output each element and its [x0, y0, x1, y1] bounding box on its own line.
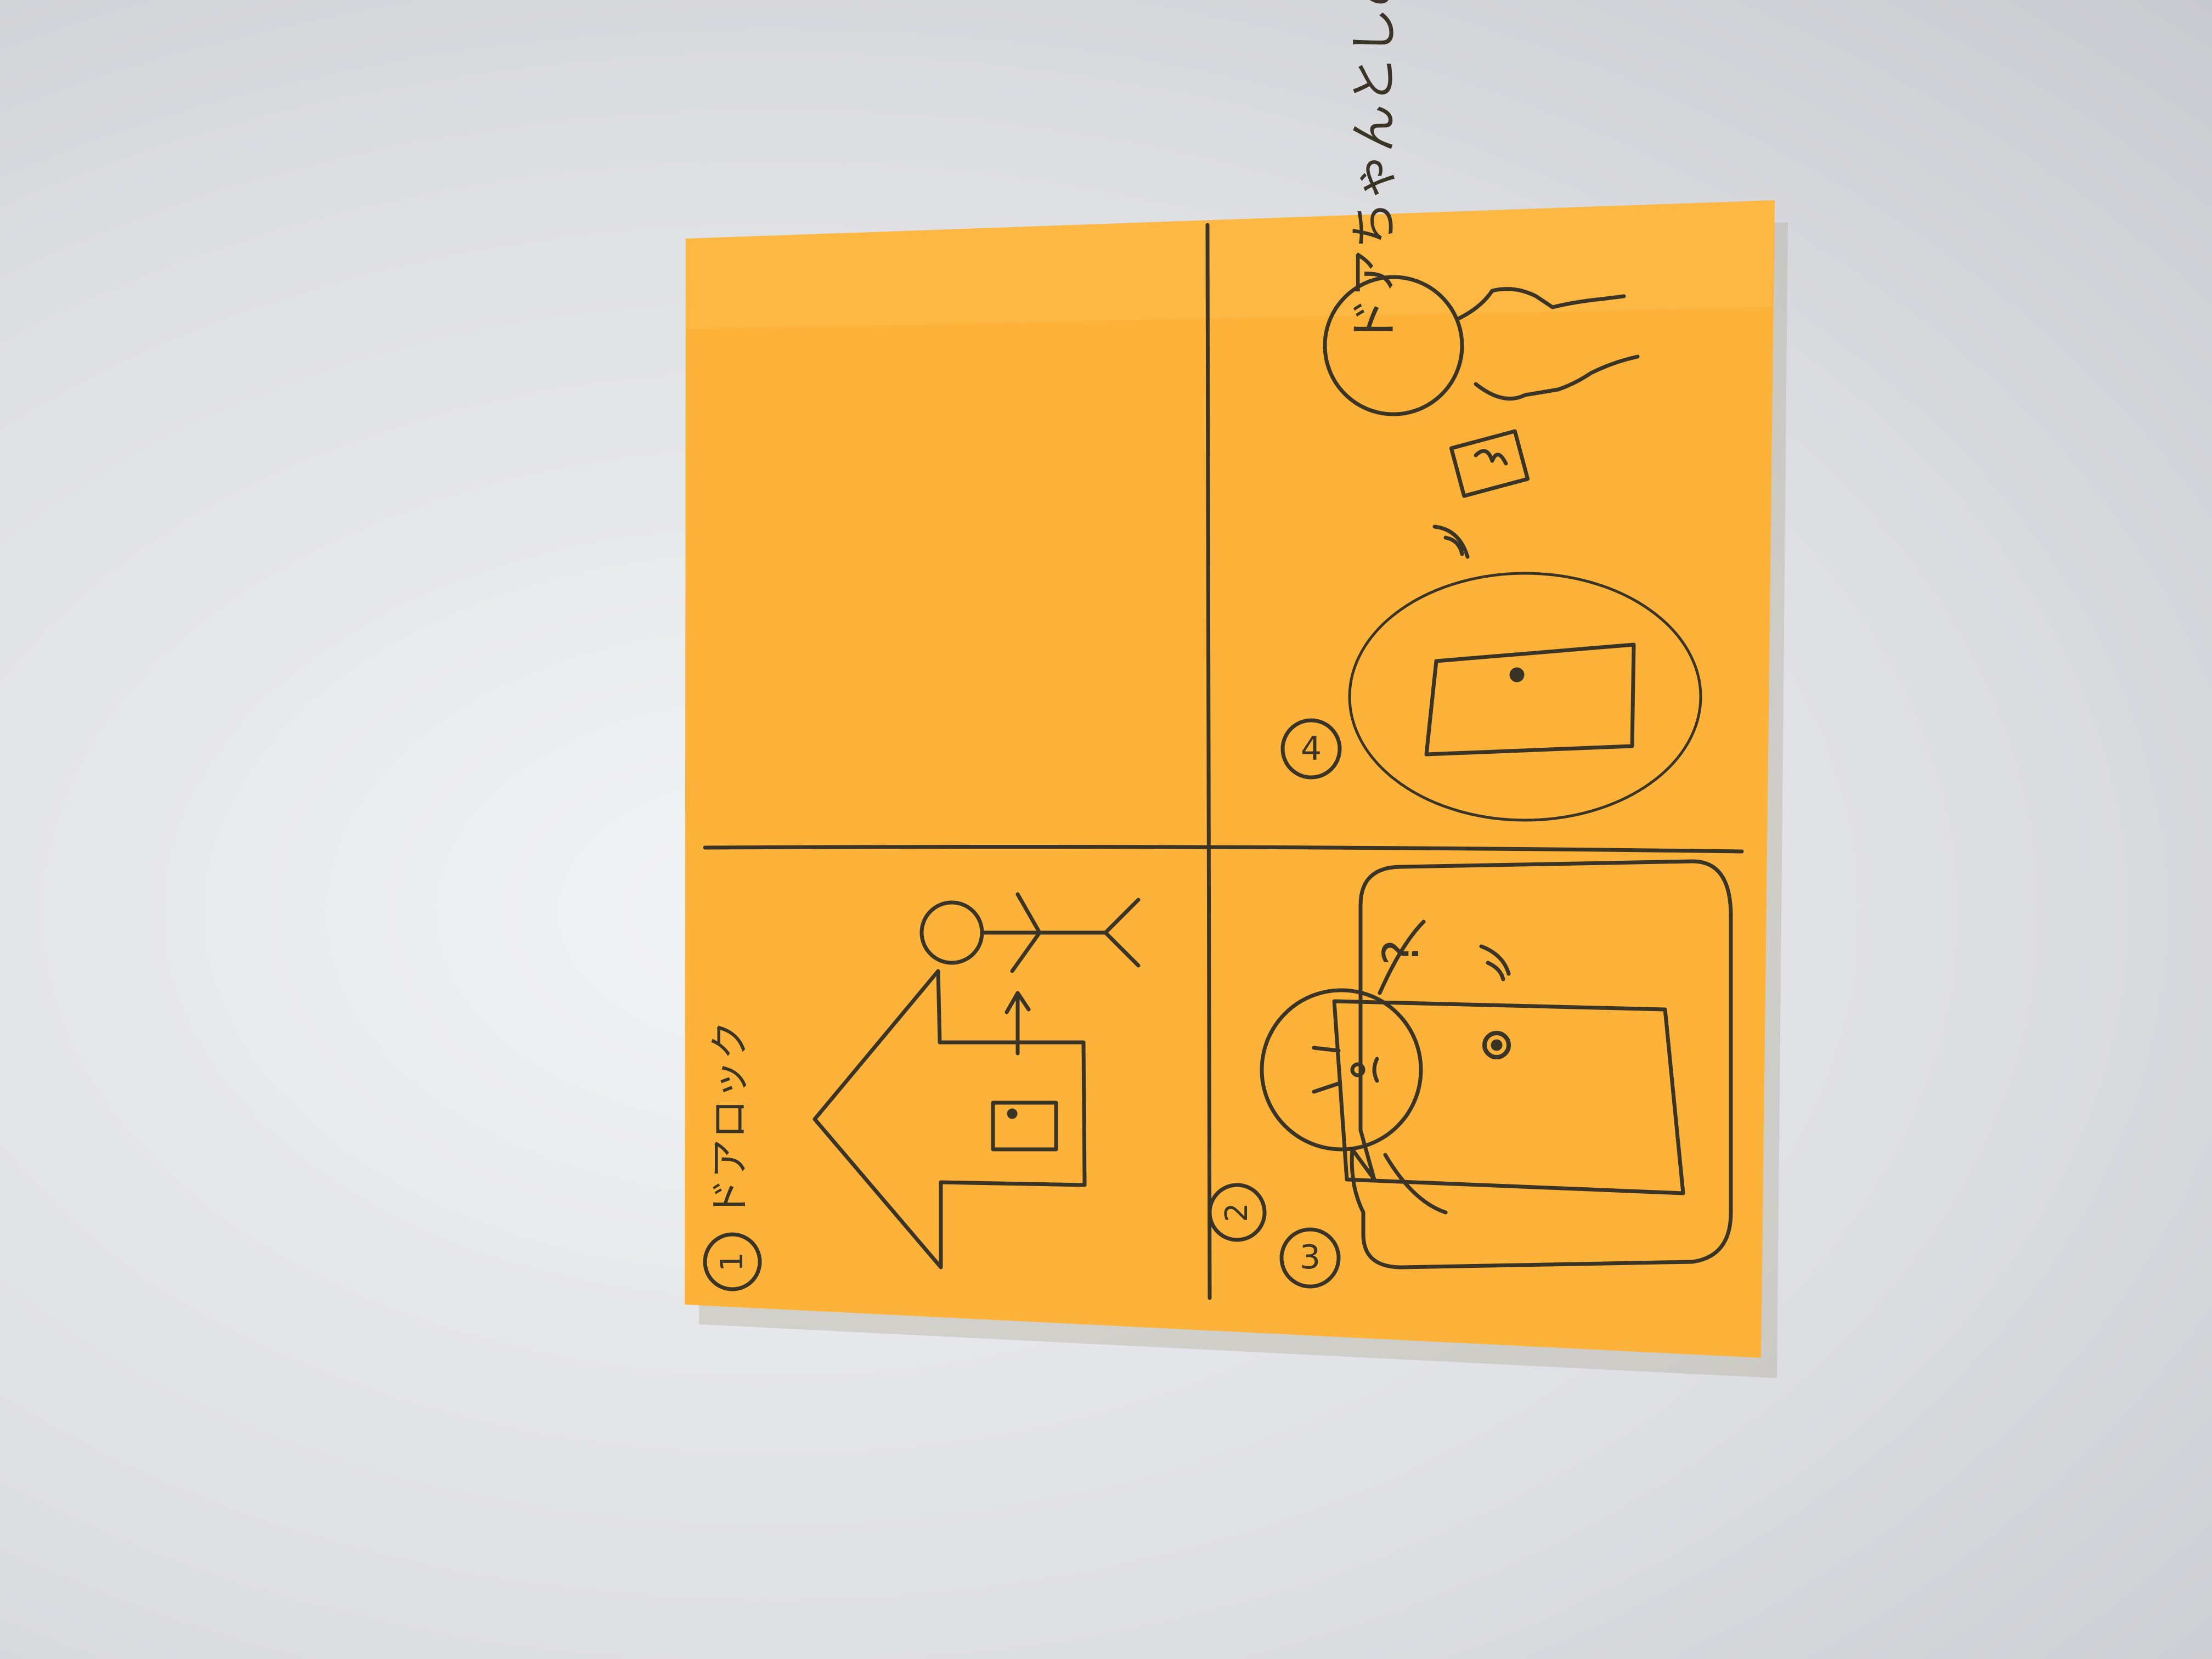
panel-caption: ドアロック — [707, 1020, 753, 1218]
door-knob — [1509, 667, 1525, 682]
panel-number: 3 — [1300, 1238, 1321, 1277]
panel-number: 2 — [1219, 1203, 1255, 1222]
question-mark: ? — [1373, 939, 1430, 966]
photo-scene: 1 ドアロック 2 ? ドアちゃんとしめたっけ? 3 4 — [685, 0, 1788, 1378]
panel-number: 4 — [1301, 730, 1322, 768]
panel-number: 1 — [714, 1252, 750, 1272]
sticky-note — [685, 200, 1788, 1378]
speech-text: ドアちゃんとしめたっけ? — [1346, 0, 1402, 346]
divider-horizontal — [1205, 223, 1212, 1300]
